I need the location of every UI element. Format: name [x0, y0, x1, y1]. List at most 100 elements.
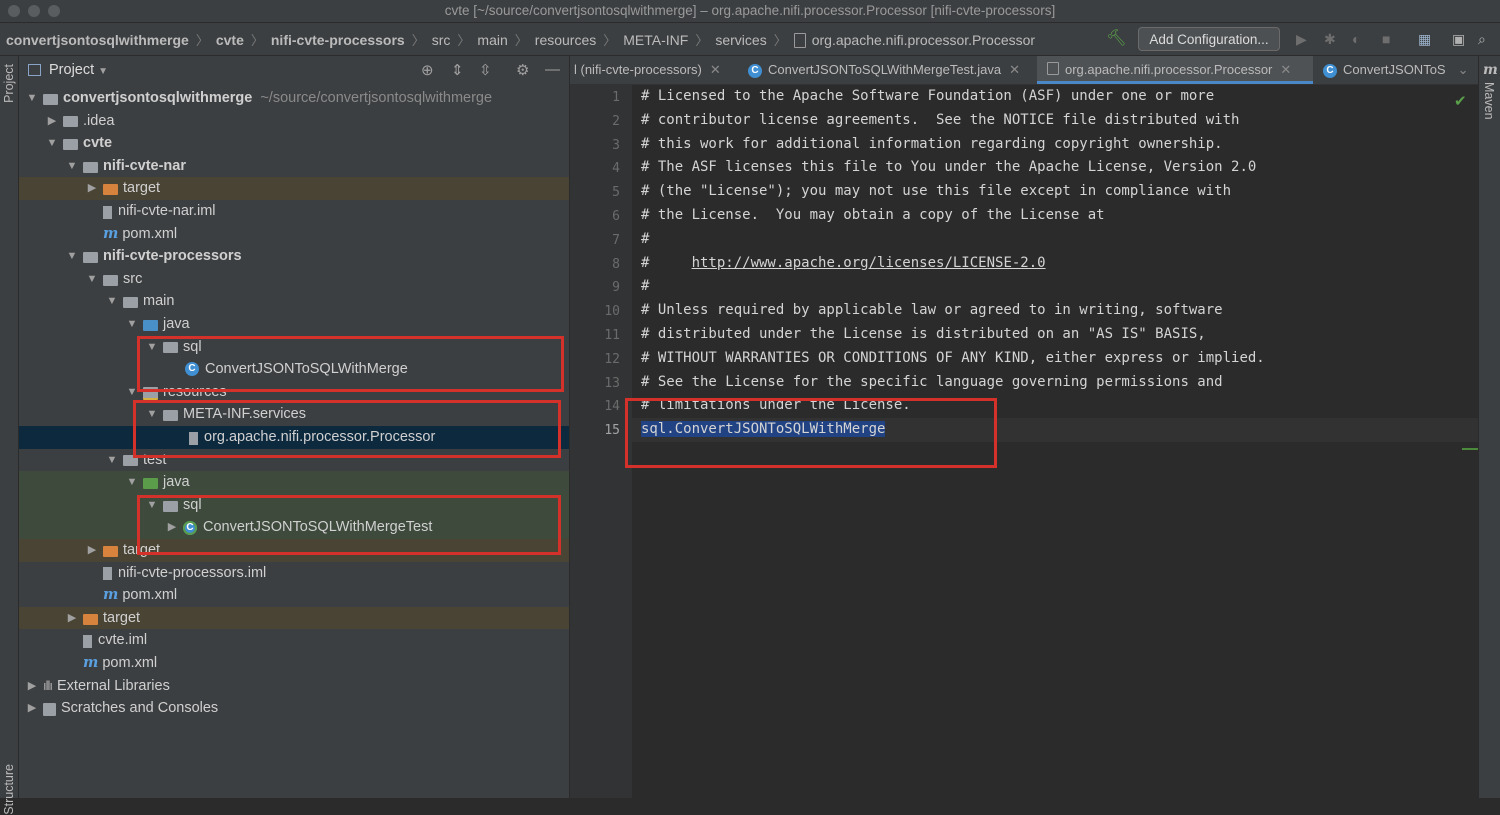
tree-row[interactable]: ▼ nifi-cvte-nar — [19, 155, 569, 178]
code-line[interactable]: # See the License for the specific langu… — [641, 374, 1223, 390]
structure-tool-window-button[interactable]: Structure — [2, 764, 16, 815]
right-tool-stripe: m Maven — [1478, 56, 1500, 798]
close-icon[interactable]: ✕ — [1280, 62, 1291, 77]
tree-row[interactable]: m pom.xml — [19, 584, 569, 607]
tree-row[interactable]: ▶ ıllı External Libraries — [19, 675, 569, 698]
tree-row[interactable]: m pom.xml — [19, 223, 569, 246]
chevron-down-icon[interactable]: ▼ — [65, 245, 79, 268]
no-problems-check-icon[interactable]: ✔ — [1454, 92, 1467, 110]
debug-icon[interactable]: ✱ — [1324, 31, 1336, 48]
breadcrumb-item[interactable]: main — [477, 32, 507, 48]
breadcrumb-item[interactable]: services — [715, 32, 766, 48]
terminal-icon[interactable]: ▣ — [1452, 31, 1465, 48]
breadcrumb-item[interactable]: src — [432, 32, 451, 48]
tree-row[interactable]: m pom.xml — [19, 652, 569, 675]
tree-row[interactable]: ▼ convertjsontosqlwithmerge ~/source/conve… — [19, 87, 569, 110]
code-line[interactable]: # Unless required by applicable law or a… — [641, 302, 1223, 318]
chevron-down-icon[interactable]: ▼ — [105, 290, 119, 313]
chevron-right-icon[interactable]: ▶ — [65, 607, 79, 630]
libraries-icon: ıllı — [43, 677, 53, 693]
maven-tool-window-button[interactable]: Maven — [1482, 82, 1496, 120]
annotation-box — [137, 495, 561, 555]
editor-tab[interactable]: l (nifi-cvte-processors) ✕ — [570, 56, 740, 84]
chevron-down-icon[interactable]: ▼ — [85, 268, 99, 291]
expand-all-icon[interactable]: ⇕ — [451, 61, 464, 79]
tree-label: java — [163, 316, 190, 332]
close-icon[interactable]: ✕ — [710, 62, 721, 77]
breadcrumb-item[interactable]: convertjsontosqlwithmerge — [6, 32, 189, 48]
excluded-folder-icon — [103, 545, 118, 557]
tree-row[interactable]: ▼ java — [19, 471, 569, 494]
code-line[interactable]: # The ASF licenses this file to You unde… — [641, 159, 1256, 175]
editor-tab[interactable]: C ConvertJSONToSQLWithMergeTest.java ✕ — [740, 56, 1040, 84]
add-configuration-button[interactable]: Add Configuration... — [1138, 27, 1280, 51]
chevron-down-icon[interactable]: ▼ — [125, 471, 139, 494]
code-line[interactable]: # http://www.apache.org/licenses/LICENSE… — [641, 255, 1046, 271]
hide-panel-icon[interactable]: — — [545, 61, 560, 78]
run-icon[interactable]: ▶ — [1296, 31, 1307, 48]
tree-row[interactable]: cvte.iml — [19, 629, 569, 652]
breadcrumb-item[interactable]: cvte — [216, 32, 244, 48]
code-line[interactable]: # WITHOUT WARRANTIES OR CONDITIONS OF AN… — [641, 350, 1265, 366]
code-line[interactable]: # — [641, 231, 649, 247]
tree-label: nifi-cvte-nar.iml — [118, 203, 216, 219]
tree-row[interactable]: ▶ target — [19, 606, 569, 630]
tree-row[interactable]: ▶ target — [19, 177, 569, 200]
tree-row[interactable]: ▼ src — [19, 268, 569, 291]
code-line[interactable]: # this work for additional information r… — [641, 136, 1223, 152]
chevron-down-icon[interactable]: ▼ — [65, 155, 79, 178]
project-structure-icon[interactable]: ▦ — [1418, 31, 1431, 48]
navigation-bar: convertjsontosqlwithmerge 〉 cvte 〉 nifi-cv… — [0, 23, 1500, 56]
close-icon[interactable]: ✕ — [1009, 62, 1020, 77]
chevron-right-icon[interactable]: ▶ — [25, 675, 39, 698]
tree-label: pom.xml — [102, 655, 158, 671]
license-link[interactable]: http://www.apache.org/licenses/LICENSE-2… — [692, 255, 1046, 271]
chevron-down-icon[interactable]: ▼ — [105, 449, 119, 472]
chevron-right-icon[interactable]: ▶ — [45, 110, 59, 133]
search-everywhere-icon[interactable]: ⌕ — [1478, 31, 1486, 48]
line-number: 8 — [612, 256, 620, 272]
excluded-folder-icon — [103, 184, 118, 196]
editor-tab[interactable]: C ConvertJSONToS ⌄ — [1315, 56, 1483, 84]
editor-pane: l (nifi-cvte-processors) ✕ C ConvertJSONTo… — [570, 56, 1478, 798]
project-tool-window-button[interactable]: Project — [2, 64, 16, 103]
locate-file-icon[interactable]: ⊕ — [421, 61, 434, 79]
line-number: 15 — [604, 423, 620, 439]
chevron-right-icon[interactable]: ▶ — [85, 177, 99, 200]
tree-row[interactable]: ▼ main — [19, 290, 569, 313]
gear-icon[interactable]: ⚙ — [516, 61, 529, 79]
coverage-icon[interactable]: ◐ — [1352, 31, 1360, 47]
code-line[interactable]: # the License. You may obtain a copy of … — [641, 207, 1105, 223]
chevron-right-icon[interactable]: ▶ — [85, 539, 99, 562]
tree-row[interactable]: ▶ .idea — [19, 110, 569, 133]
code-line[interactable]: # Licensed to the Apache Software Founda… — [641, 88, 1214, 104]
breadcrumb-item[interactable]: nifi-cvte-processors — [271, 32, 405, 48]
tree-row[interactable]: ▼ java — [19, 313, 569, 336]
iml-file-icon — [103, 205, 112, 219]
tree-row[interactable]: nifi-cvte-nar.iml — [19, 200, 569, 223]
tree-row[interactable]: ▶ Scratches and Consoles — [19, 697, 569, 720]
breadcrumb-item[interactable]: org.apache.nifi.processor.Processor — [812, 32, 1035, 48]
tree-row[interactable]: ▼ nifi-cvte-processors — [19, 245, 569, 268]
module-folder-icon — [83, 161, 98, 173]
stop-icon[interactable]: ■ — [1382, 31, 1390, 47]
tree-path: ~/source/convertjsontosqlwithmerge — [260, 90, 493, 106]
editor-tab-active[interactable]: org.apache.nifi.processor.Processor ✕ — [1037, 56, 1313, 84]
tree-label: cvte — [83, 135, 113, 152]
collapse-all-icon[interactable]: ⇳ — [479, 61, 492, 79]
chevron-down-icon[interactable]: ▼ — [45, 132, 59, 155]
code-line[interactable]: # distributed under the License is distr… — [641, 326, 1206, 342]
chevron-right-icon[interactable]: ▶ — [25, 697, 39, 720]
build-hammer-icon[interactable]: 🔨︎ — [1106, 28, 1126, 48]
tree-row[interactable]: nifi-cvte-processors.iml — [19, 562, 569, 585]
chevron-down-icon[interactable]: ▼ — [125, 313, 139, 336]
code-line[interactable]: # contributor license agreements. See th… — [641, 112, 1239, 128]
chevron-down-icon[interactable]: ⌄ — [1458, 62, 1469, 77]
chevron-down-icon[interactable]: ▼ — [25, 87, 39, 110]
breadcrumb-item[interactable]: resources — [535, 32, 596, 48]
code-line[interactable]: # — [641, 278, 649, 294]
project-view-selector[interactable]: Project ▼ — [49, 62, 108, 78]
tree-row[interactable]: ▼ cvte — [19, 132, 569, 155]
code-line[interactable]: # (the "License"); you may not use this … — [641, 183, 1231, 199]
breadcrumb-item[interactable]: META-INF — [623, 32, 688, 48]
